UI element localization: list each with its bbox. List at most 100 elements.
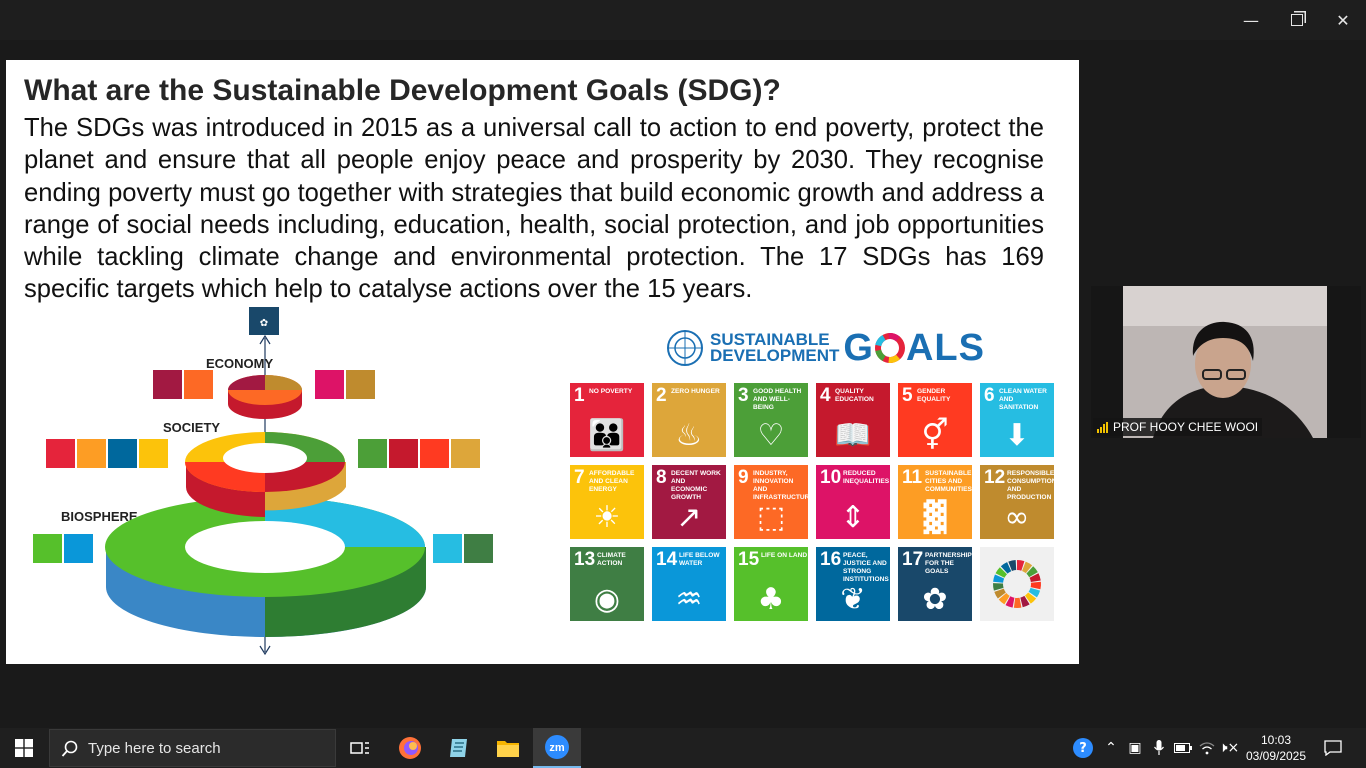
sustainable-development-goals-logo: SUSTAINABLE DEVELOPMENT G ALS bbox=[666, 327, 985, 370]
notification-icon bbox=[1324, 740, 1342, 756]
sdg-goal-tile-6: 6 Clean Water and Sanitation ⬇ bbox=[980, 383, 1054, 457]
sdg-goal-tile-17: 17 Partnerships for the Goals ✿ bbox=[898, 547, 972, 621]
participant-video-frame bbox=[1123, 286, 1327, 438]
minimize-button[interactable]: — bbox=[1228, 0, 1274, 40]
people-icon: 👪 bbox=[588, 418, 626, 453]
goal-label: Sustainable Cities and Communities bbox=[925, 470, 972, 493]
goal-label: Decent Work and Economic Growth bbox=[671, 470, 721, 501]
book-icon: 📖 bbox=[834, 418, 872, 453]
participant-name: PROF HOOY CHEE WOOI bbox=[1113, 420, 1259, 434]
minimize-icon: — bbox=[1243, 10, 1259, 30]
firefox-taskbar-button[interactable] bbox=[386, 728, 434, 768]
goal-label: Quality Education bbox=[835, 388, 874, 403]
equality-icon: ⇕ bbox=[840, 500, 866, 535]
goal-number: 9 bbox=[738, 467, 749, 488]
microphone-tray-button[interactable] bbox=[1148, 728, 1170, 768]
goal-label: Affordable and Clean Energy bbox=[589, 470, 635, 493]
clock-date: 03/09/2025 bbox=[1245, 749, 1307, 763]
search-icon bbox=[61, 740, 78, 757]
sdg-wheel-tile bbox=[980, 547, 1054, 621]
help-tray-button[interactable]: ? bbox=[1070, 728, 1096, 768]
close-button[interactable]: ✕ bbox=[1320, 0, 1366, 40]
show-hidden-icons-button[interactable]: ⌃ bbox=[1100, 728, 1122, 768]
sdg-goal-tile-12: 12 Responsible Consumption and Production… bbox=[980, 465, 1054, 539]
task-view-button[interactable] bbox=[336, 728, 384, 768]
window-titlebar: — ✕ bbox=[0, 0, 1366, 40]
sdg-wedding-cake-diagram: ✿ ECONOMY SOCIETY BIOSPHERE bbox=[33, 307, 493, 656]
goal-label: Peace, Justice and Strong Institutions bbox=[843, 552, 889, 583]
goal-number: 1 bbox=[574, 385, 585, 406]
un-emblem-icon bbox=[667, 330, 703, 366]
taskbar-search-box[interactable]: Type here to search bbox=[49, 729, 336, 767]
growth-icon: ↗ bbox=[676, 500, 702, 535]
goal-number: 12 bbox=[984, 467, 1006, 488]
goal-label: No Poverty bbox=[589, 388, 633, 395]
sdg-goal-tile-7: 7 Affordable and Clean Energy ☀ bbox=[570, 465, 644, 539]
windows-taskbar: Type here to search zm ? ⌃ ▣ 🕨× 10:03 03… bbox=[0, 728, 1366, 768]
goal-label: Zero Hunger bbox=[671, 388, 720, 395]
participant-name-tag: PROF HOOY CHEE WOOI bbox=[1093, 418, 1263, 436]
sdg-goal-tile-10: 10 Reduced Inequalities ⇕ bbox=[816, 465, 890, 539]
goal-label: Gender Equality bbox=[917, 388, 951, 403]
clock-time: 10:03 bbox=[1260, 733, 1292, 747]
volume-tray-button[interactable]: 🕨× bbox=[1218, 728, 1240, 768]
camera-icon: ▣ bbox=[1128, 740, 1142, 756]
notification-center-button[interactable] bbox=[1318, 728, 1348, 768]
windows-logo-icon bbox=[15, 739, 33, 757]
start-button[interactable] bbox=[0, 728, 48, 768]
society-label: SOCIETY bbox=[163, 420, 220, 435]
network-tray-button[interactable] bbox=[1196, 728, 1218, 768]
goal-number: 7 bbox=[574, 467, 585, 488]
sdg-goal-tile-2: 2 Zero Hunger ♨ bbox=[652, 383, 726, 457]
economy-label: ECONOMY bbox=[206, 356, 274, 371]
file-explorer-taskbar-button[interactable] bbox=[484, 728, 532, 768]
goal-label: Clean Water and Sanitation bbox=[999, 388, 1047, 411]
sdg-goal-tile-14: 14 Life Below Water ♒ bbox=[652, 547, 726, 621]
goal-label: Life Below Water bbox=[679, 552, 720, 567]
goal-number: 8 bbox=[656, 467, 667, 488]
zoom-taskbar-button[interactable]: zm bbox=[533, 728, 581, 768]
eye-globe-icon: ◉ bbox=[593, 582, 621, 617]
logo-line-2: DEVELOPMENT bbox=[710, 346, 840, 365]
speaker-muted-icon: 🕨× bbox=[1218, 740, 1240, 756]
taskbar-clock[interactable]: 10:03 03/09/2025 bbox=[1240, 732, 1312, 764]
search-placeholder: Type here to search bbox=[88, 739, 221, 757]
folder-icon bbox=[497, 741, 519, 757]
wheel-segment bbox=[1030, 581, 1042, 590]
fish-icon: ♒ bbox=[675, 582, 703, 617]
sdg-goal-tile-3: 3 Good Health and Well-Being ♡ bbox=[734, 383, 808, 457]
sdg-goal-tile-15: 15 Life On Land ♣ bbox=[734, 547, 808, 621]
shared-screen-area: What are the Sustainable Development Goa… bbox=[0, 40, 1366, 728]
sdg-goal-tile-8: 8 Decent Work and Economic Growth ↗ bbox=[652, 465, 726, 539]
battery-tray-button[interactable] bbox=[1172, 728, 1194, 768]
gender-icon: ⚥ bbox=[921, 418, 949, 453]
goal-label: Life On Land bbox=[761, 552, 808, 559]
participant-video-tile[interactable]: PROF HOOY CHEE WOOI bbox=[1091, 286, 1361, 438]
goal-number: 10 bbox=[820, 467, 842, 488]
restore-button[interactable] bbox=[1274, 0, 1320, 40]
logo-goals-word: G ALS bbox=[843, 327, 985, 370]
zoom-icon: zm bbox=[545, 735, 569, 759]
sdg-color-wheel-icon bbox=[993, 560, 1042, 609]
city-icon: ▓ bbox=[923, 500, 947, 535]
presentation-slide: What are the Sustainable Development Goa… bbox=[6, 60, 1079, 664]
bowl-icon: ♨ bbox=[675, 418, 703, 453]
participant-silhouette-icon bbox=[1123, 286, 1327, 438]
meet-now-tray-button[interactable]: ▣ bbox=[1124, 728, 1146, 768]
goal-number: 16 bbox=[820, 549, 842, 570]
slide-title: What are the Sustainable Development Goa… bbox=[24, 74, 781, 107]
sdg-goal-tile-11: 11 Sustainable Cities and Communities ▓ bbox=[898, 465, 972, 539]
close-icon: ✕ bbox=[1336, 10, 1350, 30]
notes-app-taskbar-button[interactable] bbox=[435, 728, 483, 768]
notes-app-icon bbox=[450, 739, 467, 757]
rings-icon: ✿ bbox=[922, 582, 948, 617]
microphone-icon bbox=[1154, 740, 1164, 755]
sdg-goal-tile-5: 5 Gender Equality ⚥ bbox=[898, 383, 972, 457]
svg-text:✿: ✿ bbox=[260, 318, 268, 329]
cubes-icon: ⬚ bbox=[756, 500, 786, 535]
chevron-up-icon: ⌃ bbox=[1105, 740, 1117, 756]
wheel-segment bbox=[1013, 597, 1022, 609]
goal-number: 14 bbox=[656, 549, 678, 570]
sdg-wheel-icon bbox=[874, 333, 905, 363]
goal-label: Good Health and Well-Being bbox=[753, 388, 802, 411]
